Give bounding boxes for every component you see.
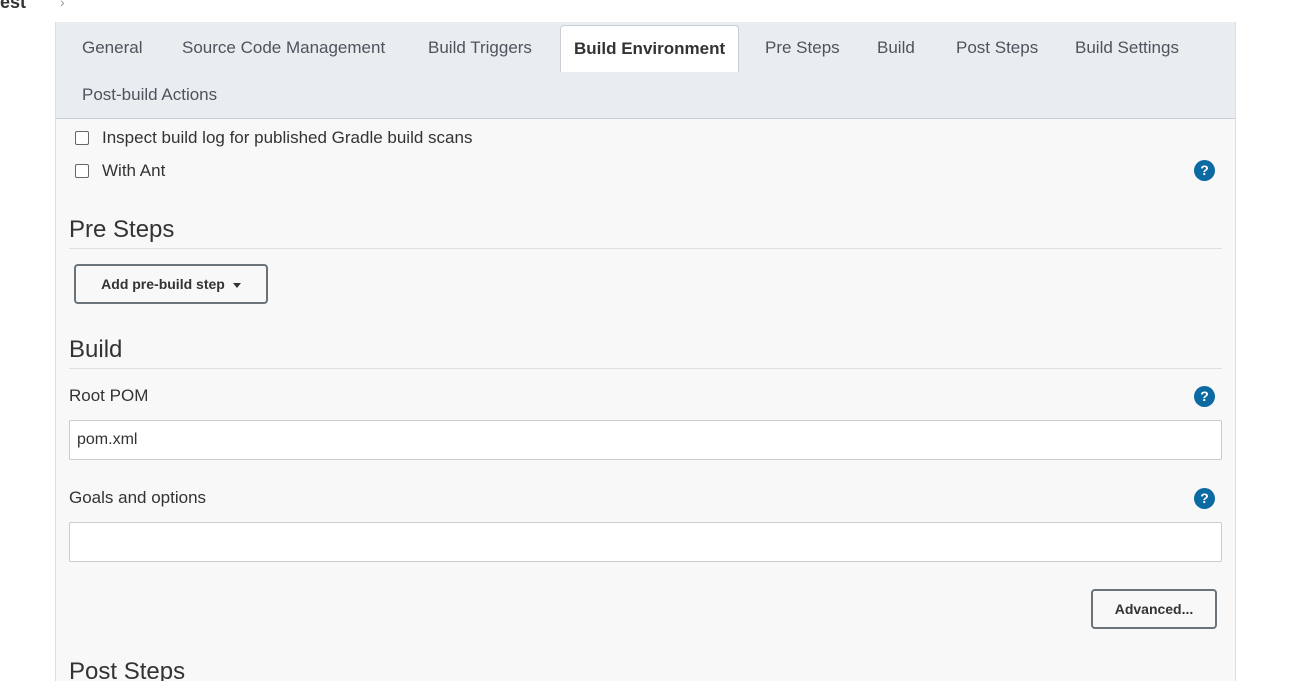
caret-down-icon xyxy=(232,282,241,288)
option-gradle-build-scans: Inspect build log for published Gradle b… xyxy=(75,126,472,150)
tab-pre-steps[interactable]: Pre Steps xyxy=(765,25,840,71)
with-ant-help-icon[interactable]: ? xyxy=(1194,160,1215,181)
add-pre-build-step-button[interactable]: Add pre-build step xyxy=(74,264,268,304)
job-config-form: General Source Code Management Build Tri… xyxy=(55,22,1236,681)
pre-steps-divider xyxy=(69,248,1222,249)
tab-build-environment[interactable]: Build Environment xyxy=(560,25,740,72)
option-with-ant: With Ant xyxy=(75,159,165,183)
root-pom-label: Root POM xyxy=(69,386,149,405)
gradle-build-scans-checkbox[interactable] xyxy=(75,131,89,145)
advanced-button-label: Advanced... xyxy=(1114,601,1194,617)
root-pom-help-icon[interactable]: ? xyxy=(1194,386,1215,407)
post-steps-title: Post Steps xyxy=(69,658,186,681)
with-ant-label[interactable]: With Ant xyxy=(102,161,165,181)
gradle-build-scans-label[interactable]: Inspect build log for published Gradle b… xyxy=(102,128,472,148)
with-ant-checkbox[interactable] xyxy=(75,164,89,178)
tab-build-triggers[interactable]: Build Triggers xyxy=(428,25,532,71)
breadcrumb-separator: › xyxy=(60,0,65,10)
breadcrumb: test › xyxy=(0,0,1308,22)
goals-options-input[interactable] xyxy=(69,522,1222,562)
tab-build[interactable]: Build xyxy=(877,25,915,71)
build-title: Build xyxy=(69,336,123,363)
tab-build-settings[interactable]: Build Settings xyxy=(1075,25,1179,71)
pre-steps-title: Pre Steps xyxy=(69,216,175,243)
breadcrumb-job[interactable]: test xyxy=(0,0,26,13)
goals-options-label: Goals and options xyxy=(69,488,207,507)
tab-source-code-management[interactable]: Source Code Management xyxy=(182,25,385,71)
build-divider xyxy=(69,368,1222,369)
tab-post-steps[interactable]: Post Steps xyxy=(956,25,1038,71)
tab-post-build-actions[interactable]: Post-build Actions xyxy=(82,72,217,118)
goals-options-help-icon[interactable]: ? xyxy=(1194,488,1215,509)
root-pom-input[interactable]: pom.xml xyxy=(69,420,1222,460)
add-pre-build-step-label: Add pre-build step xyxy=(101,276,225,292)
advanced-button[interactable]: Advanced... xyxy=(1091,589,1217,629)
tab-general[interactable]: General xyxy=(82,25,142,71)
config-tabbar: General Source Code Management Build Tri… xyxy=(56,22,1235,119)
